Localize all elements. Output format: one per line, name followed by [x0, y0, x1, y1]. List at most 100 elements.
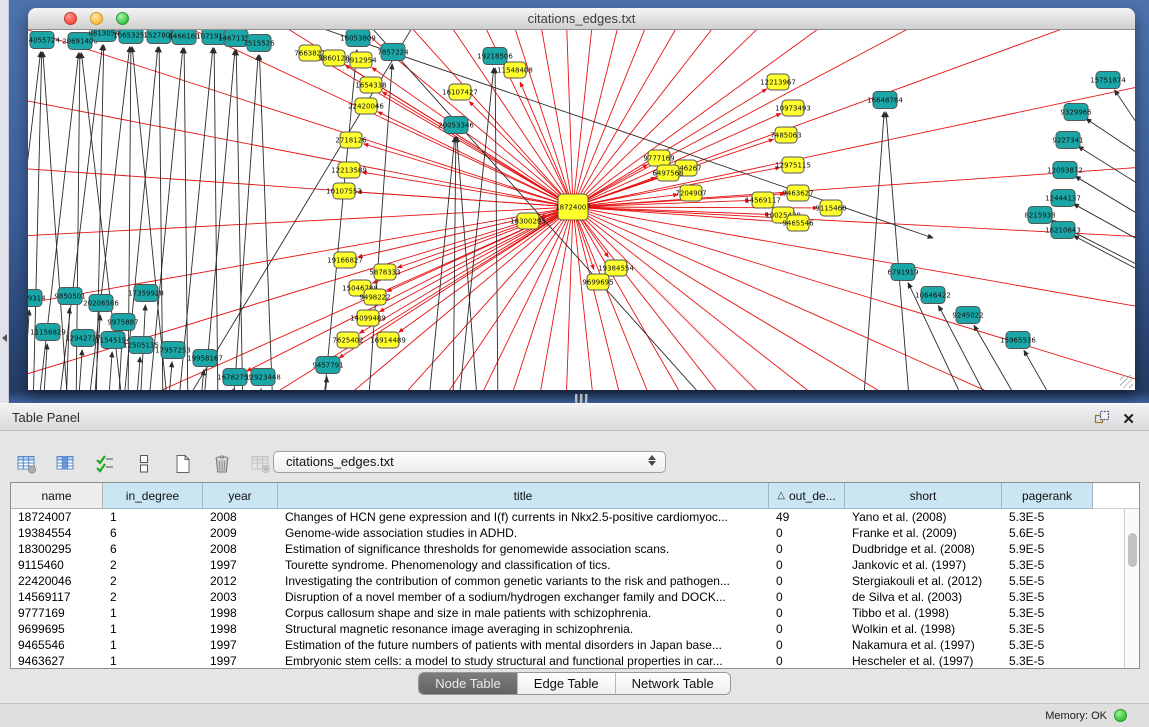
- clear-selection-icon[interactable]: [131, 451, 157, 477]
- graph-node-label: 9912954: [345, 57, 377, 65]
- cell-pagerank: 5.6E-5: [1002, 525, 1093, 541]
- cell-out-de-: 0: [769, 589, 845, 605]
- cell-short: Tibbo et al. (1998): [845, 605, 1002, 621]
- graph-node-label: 12444137: [1045, 195, 1081, 203]
- graph-node-label: 9465546: [782, 220, 814, 228]
- graph-node-label: 14569117: [745, 197, 781, 205]
- cell-short: Hescheler et al. (1997): [845, 653, 1002, 668]
- dropdown-arrows-icon: [648, 455, 656, 466]
- graph-node-label: 12213967: [760, 79, 796, 87]
- cell-out-de-: 0: [769, 653, 845, 668]
- scrollbar-thumb[interactable]: [1128, 533, 1137, 567]
- network-canvas[interactable]: 2405572420691406881305410653257152780264…: [28, 30, 1135, 390]
- float-panel-icon[interactable]: [1094, 409, 1110, 430]
- table-row[interactable]: 946554611997Estimation of the future num…: [11, 637, 1124, 653]
- table-row[interactable]: 1872400712008Changes of HCN gene express…: [11, 509, 1124, 525]
- red-edge: [362, 172, 573, 207]
- graph-node-label: 10107553: [326, 188, 362, 196]
- red-edge: [573, 30, 1135, 207]
- network-window-titlebar[interactable]: citations_edges.txt: [28, 8, 1135, 30]
- red-edge: [382, 92, 573, 207]
- column-header-pagerank[interactable]: pagerank: [1002, 483, 1093, 509]
- graph-node-label: 7485063: [770, 132, 801, 140]
- graph-node-label: 16210643: [1045, 227, 1081, 235]
- cell-pagerank: 5.3E-5: [1002, 653, 1093, 668]
- close-panel-icon[interactable]: ✕: [1122, 412, 1135, 428]
- column-header-in-degree[interactable]: in_degree: [103, 483, 203, 509]
- graph-node-label: 18300295: [510, 218, 546, 226]
- red-edge: [247, 207, 573, 371]
- red-edge: [399, 207, 573, 332]
- graph-node-label: 14099489: [350, 315, 386, 323]
- graph-node-label: 24055724: [28, 37, 60, 45]
- panel-collapse-arrow-icon[interactable]: [2, 334, 7, 342]
- red-edge: [573, 207, 770, 215]
- cell-pagerank: 5.5E-5: [1002, 573, 1093, 589]
- black-edge: [1075, 176, 1135, 220]
- cell-in-degree: 2: [103, 589, 203, 605]
- graph-node-label: 19384554: [598, 265, 634, 273]
- cell-year: 1997: [203, 557, 278, 573]
- cell-out-de-: 0: [769, 573, 845, 589]
- cell-out-de-: 49: [769, 509, 845, 525]
- table-row[interactable]: 1938455462009Genome-wide association stu…: [11, 525, 1124, 541]
- sort-ascending-icon: △: [777, 490, 785, 501]
- graph-node-label: 12923448: [245, 374, 281, 382]
- tab-network-table[interactable]: Network Table: [616, 673, 730, 694]
- cell-year: 1998: [203, 621, 278, 637]
- table-panel-header: Table Panel ✕: [0, 403, 1149, 431]
- cell-pagerank: 5.3E-5: [1002, 637, 1093, 653]
- graph-node-label: 2718126: [335, 137, 367, 145]
- tab-edge-table[interactable]: Edge Table: [518, 673, 616, 694]
- graph-node-label: 9777169: [643, 155, 674, 163]
- graph-node-label: 9498222: [359, 294, 390, 302]
- table-toolbar: f(x): [14, 447, 313, 481]
- cell-name: 22420046: [11, 573, 103, 589]
- memory-status-icon[interactable]: [1114, 709, 1127, 722]
- cell-year: 2008: [203, 509, 278, 525]
- column-header-out-de-[interactable]: △out_de...: [769, 483, 845, 509]
- column-header-short[interactable]: short: [845, 483, 1002, 509]
- show-columns-icon[interactable]: [53, 451, 79, 477]
- table-mode-icon[interactable]: [14, 451, 40, 477]
- select-all-icon[interactable]: [92, 451, 118, 477]
- table-row[interactable]: 946362711997Embryonic stem cells: a mode…: [11, 653, 1124, 668]
- cytoscape-app: citations_edges.txt 24055724206914068813…: [0, 0, 1149, 727]
- table-row[interactable]: 1830029562008Estimation of significance …: [11, 541, 1124, 557]
- column-header-year[interactable]: year: [203, 483, 278, 509]
- cell-short: Stergiakouli et al. (2012): [845, 573, 1002, 589]
- delete-column-icon[interactable]: [209, 451, 235, 477]
- tab-node-table[interactable]: Node Table: [419, 673, 518, 694]
- column-header-name[interactable]: name: [11, 483, 103, 509]
- cell-name: 9777169: [11, 605, 103, 621]
- black-edge: [453, 137, 456, 390]
- cell-out-de-: 0: [769, 541, 845, 557]
- table-select-dropdown[interactable]: citations_edges.txt: [273, 451, 666, 473]
- graph-node-label: 6791919: [887, 269, 918, 277]
- graph-node-label: 16648784: [867, 97, 903, 105]
- cell-out-de-: 0: [769, 637, 845, 653]
- delete-table-icon[interactable]: [248, 451, 274, 477]
- table-row[interactable]: 1456911722003Disruption of a novel membe…: [11, 589, 1124, 605]
- graph-node-label: 8215938: [1024, 212, 1055, 220]
- split-divider-grip[interactable]: [575, 394, 589, 403]
- network-window: citations_edges.txt 24055724206914068813…: [28, 8, 1135, 390]
- black-edge: [258, 389, 261, 390]
- graph-node-label: 9699695: [582, 279, 613, 287]
- new-column-icon[interactable]: [170, 451, 196, 477]
- resize-grip-icon[interactable]: [1120, 375, 1133, 388]
- cell-year: 2009: [203, 525, 278, 541]
- graph-node-label: 7857224: [377, 49, 409, 57]
- table-row[interactable]: 911546021997Tourette syndrome. Phenomeno…: [11, 557, 1124, 573]
- graph-node-label: 11548408: [497, 67, 533, 75]
- table-row[interactable]: 977716911998Corpus callosum shape and si…: [11, 605, 1124, 621]
- table-vertical-scrollbar[interactable]: [1124, 509, 1139, 668]
- node-table: namein_degreeyeartitle△out_de...shortpag…: [10, 482, 1140, 669]
- table-row[interactable]: 969969511998Structural magnetic resonanc…: [11, 621, 1124, 637]
- graph-node-label: 16107427: [442, 89, 478, 97]
- table-row[interactable]: 2242004622012Investigating the contribut…: [11, 573, 1124, 589]
- black-edge: [428, 137, 455, 390]
- cell-in-degree: 6: [103, 525, 203, 541]
- red-edge: [573, 30, 1135, 207]
- column-header-title[interactable]: title: [278, 483, 769, 509]
